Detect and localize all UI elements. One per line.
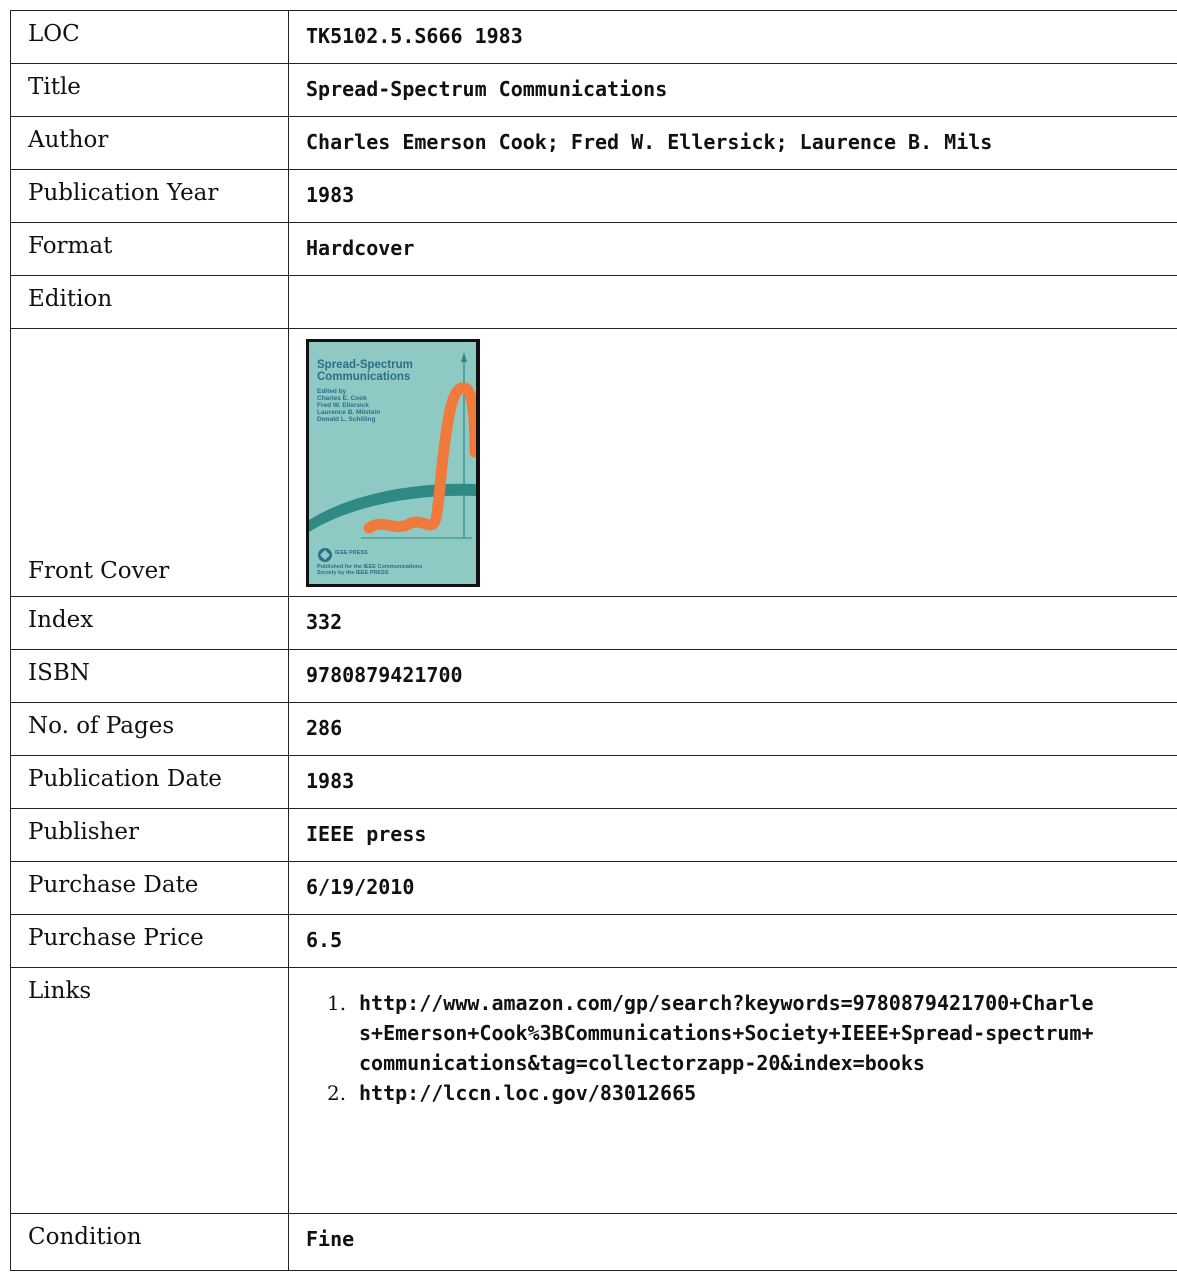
purchase-date-value: 6/19/2010 [288, 861, 1177, 915]
front-cover-cell: Spread-Spectrum Communications Edited by… [288, 328, 1177, 597]
title-label: Title [10, 63, 289, 117]
format-value: Hardcover [288, 222, 1177, 276]
row-format: Format Hardcover [10, 222, 1177, 276]
cover-face: Spread-Spectrum Communications Edited by… [309, 342, 476, 584]
book-details-page: LOC TK5102.5.S666 1983 Title Spread-Spec… [10, 10, 1177, 1281]
row-author: Author Charles Emerson Cook; Fred W. Ell… [10, 116, 1177, 170]
row-title: Title Spread-Spectrum Communications [10, 63, 1177, 117]
row-publisher: Publisher IEEE press [10, 808, 1177, 862]
link-number: 2. [327, 1081, 347, 1105]
loc-label: LOC [10, 10, 289, 64]
condition-value: Fine [288, 1213, 1177, 1271]
cover-edited-by: Edited by [317, 388, 347, 395]
publisher-value: IEEE press [288, 808, 1177, 862]
title-value: Spread-Spectrum Communications [288, 63, 1177, 117]
links-label: Links [10, 967, 289, 1214]
row-purchase-price: Purchase Price 6.5 [10, 914, 1177, 968]
row-publication-year: Publication Year 1983 [10, 169, 1177, 223]
book-details-table: LOC TK5102.5.S666 1983 Title Spread-Spec… [10, 10, 1177, 1271]
publication-date-value: 1983 [288, 755, 1177, 809]
pages-label: No. of Pages [10, 702, 289, 756]
row-links: Links 1. http://www.amazon.com/gp/search… [10, 967, 1177, 1214]
links-cell: 1. http://www.amazon.com/gp/search?keywo… [288, 967, 1177, 1214]
condition-label: Condition [10, 1213, 289, 1271]
edition-label: Edition [10, 275, 289, 329]
lccn-link[interactable]: http://lccn.loc.gov/83012665 [359, 1078, 1099, 1108]
cover-press-name: IEEE PRESS [335, 550, 368, 556]
loc-value: TK5102.5.S666 1983 [288, 10, 1177, 64]
link-number: 1. [327, 991, 347, 1015]
row-index: Index 332 [10, 596, 1177, 650]
cover-title: Spread-Spectrum Communications [317, 359, 413, 383]
author-label: Author [10, 116, 289, 170]
links-list: 1. http://www.amazon.com/gp/search?keywo… [327, 988, 1177, 1108]
row-loc: LOC TK5102.5.S666 1983 [10, 10, 1177, 64]
front-cover-image: Spread-Spectrum Communications Edited by… [306, 339, 480, 587]
purchase-price-value: 6.5 [288, 914, 1177, 968]
edition-value [288, 275, 1177, 329]
row-publication-date: Publication Date 1983 [10, 755, 1177, 809]
index-value: 332 [288, 596, 1177, 650]
cover-title-line1: Spread-Spectrum [317, 359, 413, 371]
pages-value: 286 [288, 702, 1177, 756]
cover-published-note: Published for the IEEE Communications So… [317, 564, 422, 576]
front-cover-label: Front Cover [10, 328, 289, 597]
row-isbn: ISBN 9780879421700 [10, 649, 1177, 703]
cover-title-line2: Communications [317, 371, 411, 383]
cover-axis-arrow-icon [461, 352, 467, 362]
row-front-cover: Front Cover Spread-Spectrum Communicatio… [10, 328, 1177, 597]
cover-editors: Edited by Charles E. Cook Fred W. Ellers… [317, 388, 380, 423]
cover-orange-curve [363, 382, 476, 534]
cover-editor-4: Donald L. Schilling [317, 416, 376, 423]
purchase-date-label: Purchase Date [10, 861, 289, 915]
row-edition: Edition [10, 275, 1177, 329]
publication-year-label: Publication Year [10, 169, 289, 223]
publication-date-label: Publication Date [10, 755, 289, 809]
row-pages: No. of Pages 286 [10, 702, 1177, 756]
publication-year-value: 1983 [288, 169, 1177, 223]
row-purchase-date: Purchase Date 6/19/2010 [10, 861, 1177, 915]
cover-published-line2: Society by the IEEE PRESS [317, 570, 389, 576]
cover-editor-3: Laurence B. Milstein [317, 409, 381, 416]
link-item-2: 2. http://lccn.loc.gov/83012665 [327, 1078, 1177, 1108]
publisher-label: Publisher [10, 808, 289, 862]
isbn-value: 9780879421700 [288, 649, 1177, 703]
cover-editor-2: Fred W. Ellersick [317, 402, 370, 409]
purchase-price-label: Purchase Price [10, 914, 289, 968]
link-item-1: 1. http://www.amazon.com/gp/search?keywo… [327, 988, 1177, 1078]
format-label: Format [10, 222, 289, 276]
index-label: Index [10, 596, 289, 650]
isbn-label: ISBN [10, 649, 289, 703]
cover-editor-1: Charles E. Cook [317, 395, 367, 402]
row-condition: Condition Fine [10, 1213, 1177, 1271]
author-value: Charles Emerson Cook; Fred W. Ellersick;… [288, 116, 1177, 170]
amazon-link[interactable]: http://www.amazon.com/gp/search?keywords… [359, 988, 1099, 1078]
